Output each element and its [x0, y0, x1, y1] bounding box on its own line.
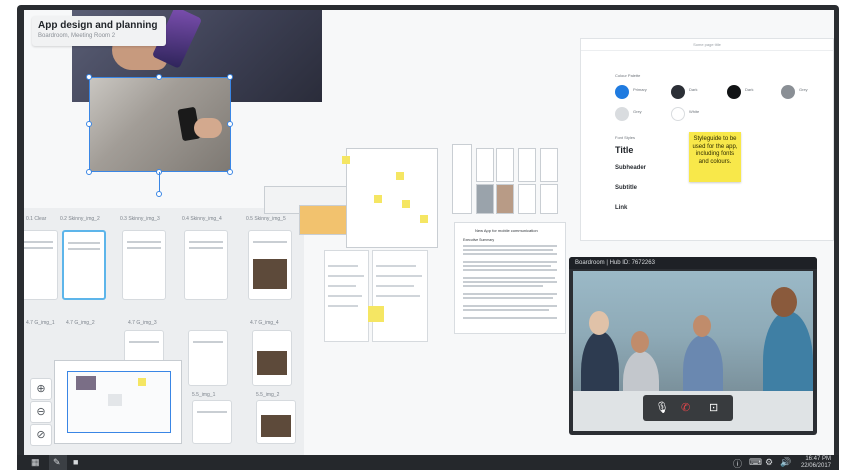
resize-handle-t[interactable] [156, 74, 162, 80]
type-sample-link: Link [615, 205, 628, 211]
whiteboard-canvas[interactable]: App design and planning Boardroom, Meeti… [24, 10, 834, 455]
mini-sticky-note[interactable] [420, 215, 428, 223]
clock-date: 22/06/2017 [800, 462, 831, 469]
swatch-dark[interactable] [671, 85, 685, 99]
mockup-label: 0.3 Skinny_img_3 [120, 216, 160, 222]
wireframe-card[interactable] [518, 184, 536, 214]
mockup-label: 0.5 Skinny_img_5 [246, 216, 286, 222]
zoom-out-button[interactable]: ⊖ [30, 401, 52, 423]
phone-mockup[interactable] [256, 400, 296, 444]
mockup-label: 0.4 Skinny_img_4 [182, 216, 222, 222]
mockup-label: 4.7 G_img_1 [26, 320, 55, 326]
settings-icon[interactable]: ⚙ [765, 457, 773, 468]
styleguide-header: Some page title [581, 39, 833, 51]
font-styles-label: Font Styles [615, 135, 636, 140]
mockup-label: 5.5_img_1 [192, 392, 216, 398]
camera-icon[interactable]: ⊡ [709, 401, 718, 414]
type-sample-subtitle: Subtitle [615, 185, 637, 191]
sticky-note[interactable]: Styleguide to be used for the app, inclu… [689, 132, 741, 182]
wireframe-card[interactable] [496, 184, 514, 214]
clock-time: 16:47 PM [805, 456, 831, 462]
swatch-primary[interactable] [615, 85, 629, 99]
keyboard-icon[interactable]: ⌨ [749, 457, 762, 468]
hang-up-icon[interactable]: ✆ [681, 401, 690, 414]
swatch-label: Grey [799, 87, 808, 92]
phone-mockup[interactable] [248, 230, 292, 300]
camera-icon[interactable]: ■ [73, 457, 78, 467]
swatch-label: Dark [745, 87, 754, 92]
phone-mockup[interactable] [252, 330, 292, 386]
fit-view-button[interactable]: ⊘ [30, 424, 52, 446]
board-title-card[interactable]: App design and planning Boardroom, Meeti… [32, 16, 166, 46]
video-call-window[interactable]: Boardroom | Hub ID: 7672263 🎙 ✆ ⊡ [569, 257, 817, 435]
taskbar: ▦ ✎ ■ ⓘ ⌨ ⚙ 🔊 16:47 PM 22/06/2017 [17, 455, 839, 470]
swatch-label: Grey [633, 109, 642, 114]
swatch-dark-2[interactable] [727, 85, 741, 99]
volume-icon[interactable]: 🔊 [780, 457, 791, 468]
resize-handle-bl[interactable] [86, 169, 92, 175]
mockup-label: 4.7 G_img_2 [66, 320, 95, 326]
document-page[interactable]: New App for mobile communication Executi… [454, 222, 566, 334]
swatch-light-grey[interactable] [615, 107, 629, 121]
resize-handle-tl[interactable] [86, 74, 92, 80]
rotate-handle[interactable] [156, 191, 162, 197]
resize-handle-r[interactable] [227, 121, 233, 127]
wireframe-card[interactable] [496, 148, 514, 182]
resize-handle-br[interactable] [227, 169, 233, 175]
mockup-label: 0.2 Skinny_img_2 [60, 216, 100, 222]
resize-handle-l[interactable] [86, 121, 92, 127]
board-title: App design and planning [38, 20, 158, 31]
swatch-grey[interactable] [781, 85, 795, 99]
zoom-in-button[interactable]: ⊕ [30, 378, 52, 400]
phone-mockup-selected[interactable] [62, 230, 106, 300]
mini-sticky-note[interactable] [402, 200, 410, 208]
mockup-label: 5.5_img_2 [256, 392, 280, 398]
board-minimap[interactable] [54, 360, 182, 444]
phone-mockup[interactable] [188, 330, 228, 386]
wireframe-card[interactable] [518, 148, 536, 182]
document-section: Executive Summary [463, 238, 495, 242]
mini-sticky-note[interactable] [368, 306, 384, 322]
resize-handle-tr[interactable] [227, 74, 233, 80]
colour-palette-label: Colour Palette [615, 73, 641, 78]
call-controls: 🎙 ✆ ⊡ [643, 395, 733, 421]
wireframe-card[interactable] [476, 184, 494, 214]
wireframe-card[interactable] [540, 148, 558, 182]
phone-mockup[interactable] [24, 230, 58, 300]
mockup-label: 4.7 G_img_4 [250, 320, 279, 326]
video-call-header: Boardroom | Hub ID: 7672263 [569, 257, 817, 269]
apps-grid-icon[interactable]: ▦ [31, 457, 40, 468]
wireframe-card[interactable] [476, 148, 494, 182]
screenshot-frame: App design and planning Boardroom, Meeti… [0, 0, 851, 470]
info-icon[interactable]: ⓘ [733, 457, 742, 470]
wireframe-card[interactable] [540, 184, 558, 214]
phone-mockup[interactable] [122, 230, 166, 300]
selection-box[interactable] [89, 77, 231, 172]
app-screen-list[interactable] [372, 250, 428, 342]
user-flow-diagram[interactable] [346, 148, 438, 248]
swatch-label: Primary [633, 87, 647, 92]
document-title: New App for mobile communication [475, 228, 538, 233]
app-screen-settings[interactable] [324, 250, 369, 342]
mockup-label: 0.1 Clear [26, 216, 47, 222]
mini-sticky-note[interactable] [374, 195, 382, 203]
type-sample-subheader: Subheader [615, 165, 647, 171]
phone-mockup[interactable] [192, 400, 232, 444]
board-subtitle: Boardroom, Meeting Room 2 [38, 33, 116, 39]
mini-sticky-note[interactable] [396, 172, 404, 180]
type-sample-title: Title [615, 145, 634, 155]
phone-mockup[interactable] [184, 230, 228, 300]
system-clock: 16:47 PM 22/06/2017 [801, 456, 831, 469]
mini-sticky-note[interactable] [342, 156, 350, 164]
minimap-viewport[interactable] [67, 371, 171, 433]
mockup-label: 4.7 G_img_3 [128, 320, 157, 326]
swatch-label: Dark [689, 87, 698, 92]
wireframe-card[interactable] [452, 144, 472, 214]
swatch-white[interactable] [671, 107, 685, 121]
swatch-label: White [689, 109, 700, 114]
microphone-icon[interactable]: 🎙 [655, 401, 669, 414]
pen-icon[interactable]: ✎ [53, 457, 61, 468]
